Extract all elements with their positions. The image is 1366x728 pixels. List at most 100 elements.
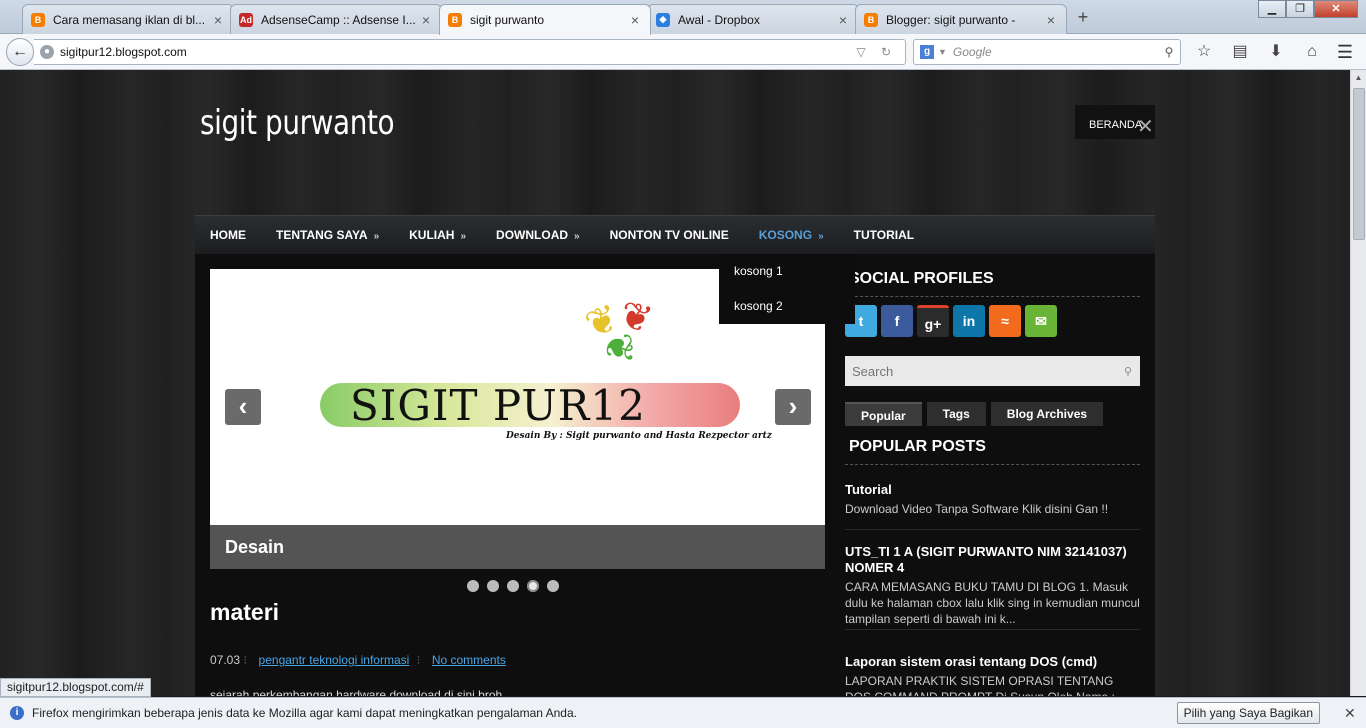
slider-next-button[interactable]: › xyxy=(775,389,811,425)
popular-post-item[interactable]: Tutorial Download Video Tanpa Software K… xyxy=(845,482,1140,530)
nav-item-nonton-tv[interactable]: NONTON TV ONLINE xyxy=(610,228,729,242)
browser-tab-active[interactable]: B sigit purwanto × xyxy=(439,4,651,35)
google-plus-icon[interactable]: g+ xyxy=(917,305,949,337)
nav-label: KOSONG xyxy=(758,228,813,242)
slider-prev-button[interactable]: ‹ xyxy=(225,389,261,425)
menu-icon[interactable]: ☰ xyxy=(1330,40,1360,64)
web-page: sigit purwanto BERANDA ✕ HOME TENTANG SA… xyxy=(0,70,1350,696)
info-icon: i xyxy=(10,706,24,720)
slider-dots xyxy=(467,580,567,592)
submenu-arrow-icon: » xyxy=(818,231,824,242)
close-icon[interactable]: ✕ xyxy=(1137,117,1154,137)
browser-tab[interactable]: Ad AdsenseCamp :: Adsense I... × xyxy=(230,4,442,34)
popular-post-title[interactable]: Laporan sistem orasi tentang DOS (cmd) xyxy=(845,654,1140,670)
slider-dot-active[interactable] xyxy=(527,580,539,592)
url-text: sigitpur12.blogspot.com xyxy=(60,45,187,59)
reload-icon[interactable]: ▽ ↻ xyxy=(856,45,905,59)
slider-dot[interactable] xyxy=(547,580,559,592)
globe-icon: ● xyxy=(40,45,54,59)
nav-item-tentang-saya[interactable]: TENTANG SAYA » xyxy=(276,228,379,242)
nav-item-kuliah[interactable]: KULIAH » xyxy=(409,228,466,242)
blogger-icon: B xyxy=(448,13,462,27)
bookmarks-list-icon[interactable]: ▤ xyxy=(1224,40,1256,64)
site-title[interactable]: sigit purwanto xyxy=(200,103,395,143)
popular-post-title[interactable]: UTS_TI 1 A (SIGIT PURWANTO NIM 32141037)… xyxy=(845,544,1140,576)
nav-item-download[interactable]: DOWNLOAD » xyxy=(496,228,580,242)
post-title[interactable]: materi xyxy=(210,599,279,626)
browser-tab[interactable]: ◆ Awal - Dropbox × xyxy=(647,4,859,34)
email-icon[interactable]: ✉ xyxy=(1025,305,1057,337)
tab-blog-archives[interactable]: Blog Archives xyxy=(990,402,1104,426)
window-close-icon[interactable]: ✕ xyxy=(1314,0,1358,18)
tab-title: Cara memasang iklan di bl... xyxy=(53,12,206,27)
download-icon[interactable]: ⬇ xyxy=(1260,40,1292,64)
close-tab-icon[interactable]: × xyxy=(211,12,225,28)
url-bar[interactable]: ● sigitpur12.blogspot.com ▽ ↻ xyxy=(34,39,906,65)
popular-post-item[interactable]: Laporan sistem orasi tentang DOS (cmd) L… xyxy=(845,654,1140,696)
rss-icon[interactable]: ≈ xyxy=(989,305,1021,337)
content-area: ❦ ❦ ❦ SIGIT PUR12 Desain By : Sigit purw… xyxy=(195,254,1155,696)
search-icon[interactable]: ⚲ xyxy=(1158,45,1180,59)
tab-strip: B Cara memasang iklan di bl... × Ad Adse… xyxy=(0,0,1366,35)
dropdown-item-kosong-2[interactable]: kosong 2 xyxy=(719,289,855,324)
popular-post-title[interactable]: Tutorial xyxy=(845,482,1140,498)
post-comments-link[interactable]: No comments xyxy=(432,653,506,667)
chevron-down-icon[interactable]: ▼ xyxy=(938,47,947,57)
home-icon[interactable]: ⌂ xyxy=(1296,40,1328,64)
tab-popular[interactable]: Popular xyxy=(845,402,922,426)
beranda-link[interactable]: BERANDA ✕ xyxy=(1075,105,1155,139)
slider-dot[interactable] xyxy=(487,580,499,592)
sidebar-search-input[interactable] xyxy=(852,363,1116,379)
close-tab-icon[interactable]: × xyxy=(836,12,850,28)
blogger-icon: B xyxy=(31,12,45,27)
post-date: 07.03 xyxy=(210,653,241,667)
nav-item-home[interactable]: HOME xyxy=(210,228,246,242)
slider-dot[interactable] xyxy=(507,580,519,592)
choose-share-button[interactable]: Pilih yang Saya Bagikan xyxy=(1176,702,1320,724)
popular-post-excerpt: LAPORAN PRAKTIK SISTEM OPRASI TENTANG DO… xyxy=(845,674,1115,696)
browser-tab[interactable]: B Blogger: sigit purwanto - × xyxy=(855,4,1067,34)
close-tab-icon[interactable]: × xyxy=(1044,12,1058,28)
scrollbar-thumb[interactable] xyxy=(1353,88,1365,240)
nav-label: KULIAH xyxy=(409,228,455,242)
nav-item-tutorial[interactable]: TUTORIAL xyxy=(854,228,914,242)
nav-label: HOME xyxy=(210,228,246,242)
close-tab-icon[interactable]: × xyxy=(628,12,642,28)
popular-post-excerpt: CARA MEMASANG BUKU TAMU DI BLOG 1. Masuk… xyxy=(845,580,1140,626)
submenu-arrow-icon: » xyxy=(574,231,580,242)
nav-label: NONTON TV ONLINE xyxy=(609,228,729,242)
close-tab-icon[interactable]: × xyxy=(419,12,433,28)
adsensecamp-icon: Ad xyxy=(239,12,253,27)
google-icon[interactable]: g xyxy=(920,45,934,59)
slide-caption[interactable]: Desain xyxy=(210,525,825,569)
bookmark-star-icon[interactable]: ☆ xyxy=(1188,40,1220,64)
notification-text: Firefox mengirimkan beberapa jenis data … xyxy=(32,706,577,720)
post-category-link[interactable]: pengantr teknologi informasi xyxy=(259,653,410,667)
dropdown-item-kosong-1[interactable]: kosong 1 xyxy=(719,254,855,289)
chevron-right-icon: › xyxy=(788,391,798,421)
search-placeholder: Google xyxy=(952,45,992,59)
back-button[interactable]: ← xyxy=(6,38,34,66)
social-icons: t f g+ in ≈ ✉ xyxy=(845,305,1061,337)
nav-label: TUTORIAL xyxy=(853,228,915,242)
search-bar[interactable]: g ▼ Google ⚲ xyxy=(913,39,1181,65)
slider-dot[interactable] xyxy=(467,580,479,592)
navigation-toolbar: ← ● sigitpur12.blogspot.com ▽ ↻ g ▼ Goog… xyxy=(0,34,1366,70)
new-tab-button[interactable]: + xyxy=(1072,6,1094,28)
tab-tags[interactable]: Tags xyxy=(926,402,986,426)
meta-divider: ⁝ xyxy=(243,653,248,667)
scroll-up-icon[interactable]: ▲ xyxy=(1351,70,1366,86)
search-icon[interactable]: ⚲ xyxy=(1116,365,1140,378)
browser-tab[interactable]: B Cara memasang iklan di bl... × xyxy=(22,4,234,34)
popular-post-item[interactable]: UTS_TI 1 A (SIGIT PURWANTO NIM 32141037)… xyxy=(845,544,1140,630)
close-icon[interactable]: ✕ xyxy=(1344,705,1358,722)
nav-item-kosong[interactable]: KOSONG » xyxy=(759,228,824,242)
vertical-scrollbar[interactable]: ▲ xyxy=(1350,70,1366,696)
dropbox-icon: ◆ xyxy=(656,12,670,27)
facebook-icon[interactable]: f xyxy=(881,305,913,337)
sidebar-search: ⚲ xyxy=(845,356,1140,386)
maximize-icon[interactable]: ❐ xyxy=(1286,0,1314,18)
tab-title: Blogger: sigit purwanto - xyxy=(886,12,1016,27)
linkedin-icon[interactable]: in xyxy=(953,305,985,337)
minimize-icon[interactable]: ▁ xyxy=(1258,0,1286,18)
